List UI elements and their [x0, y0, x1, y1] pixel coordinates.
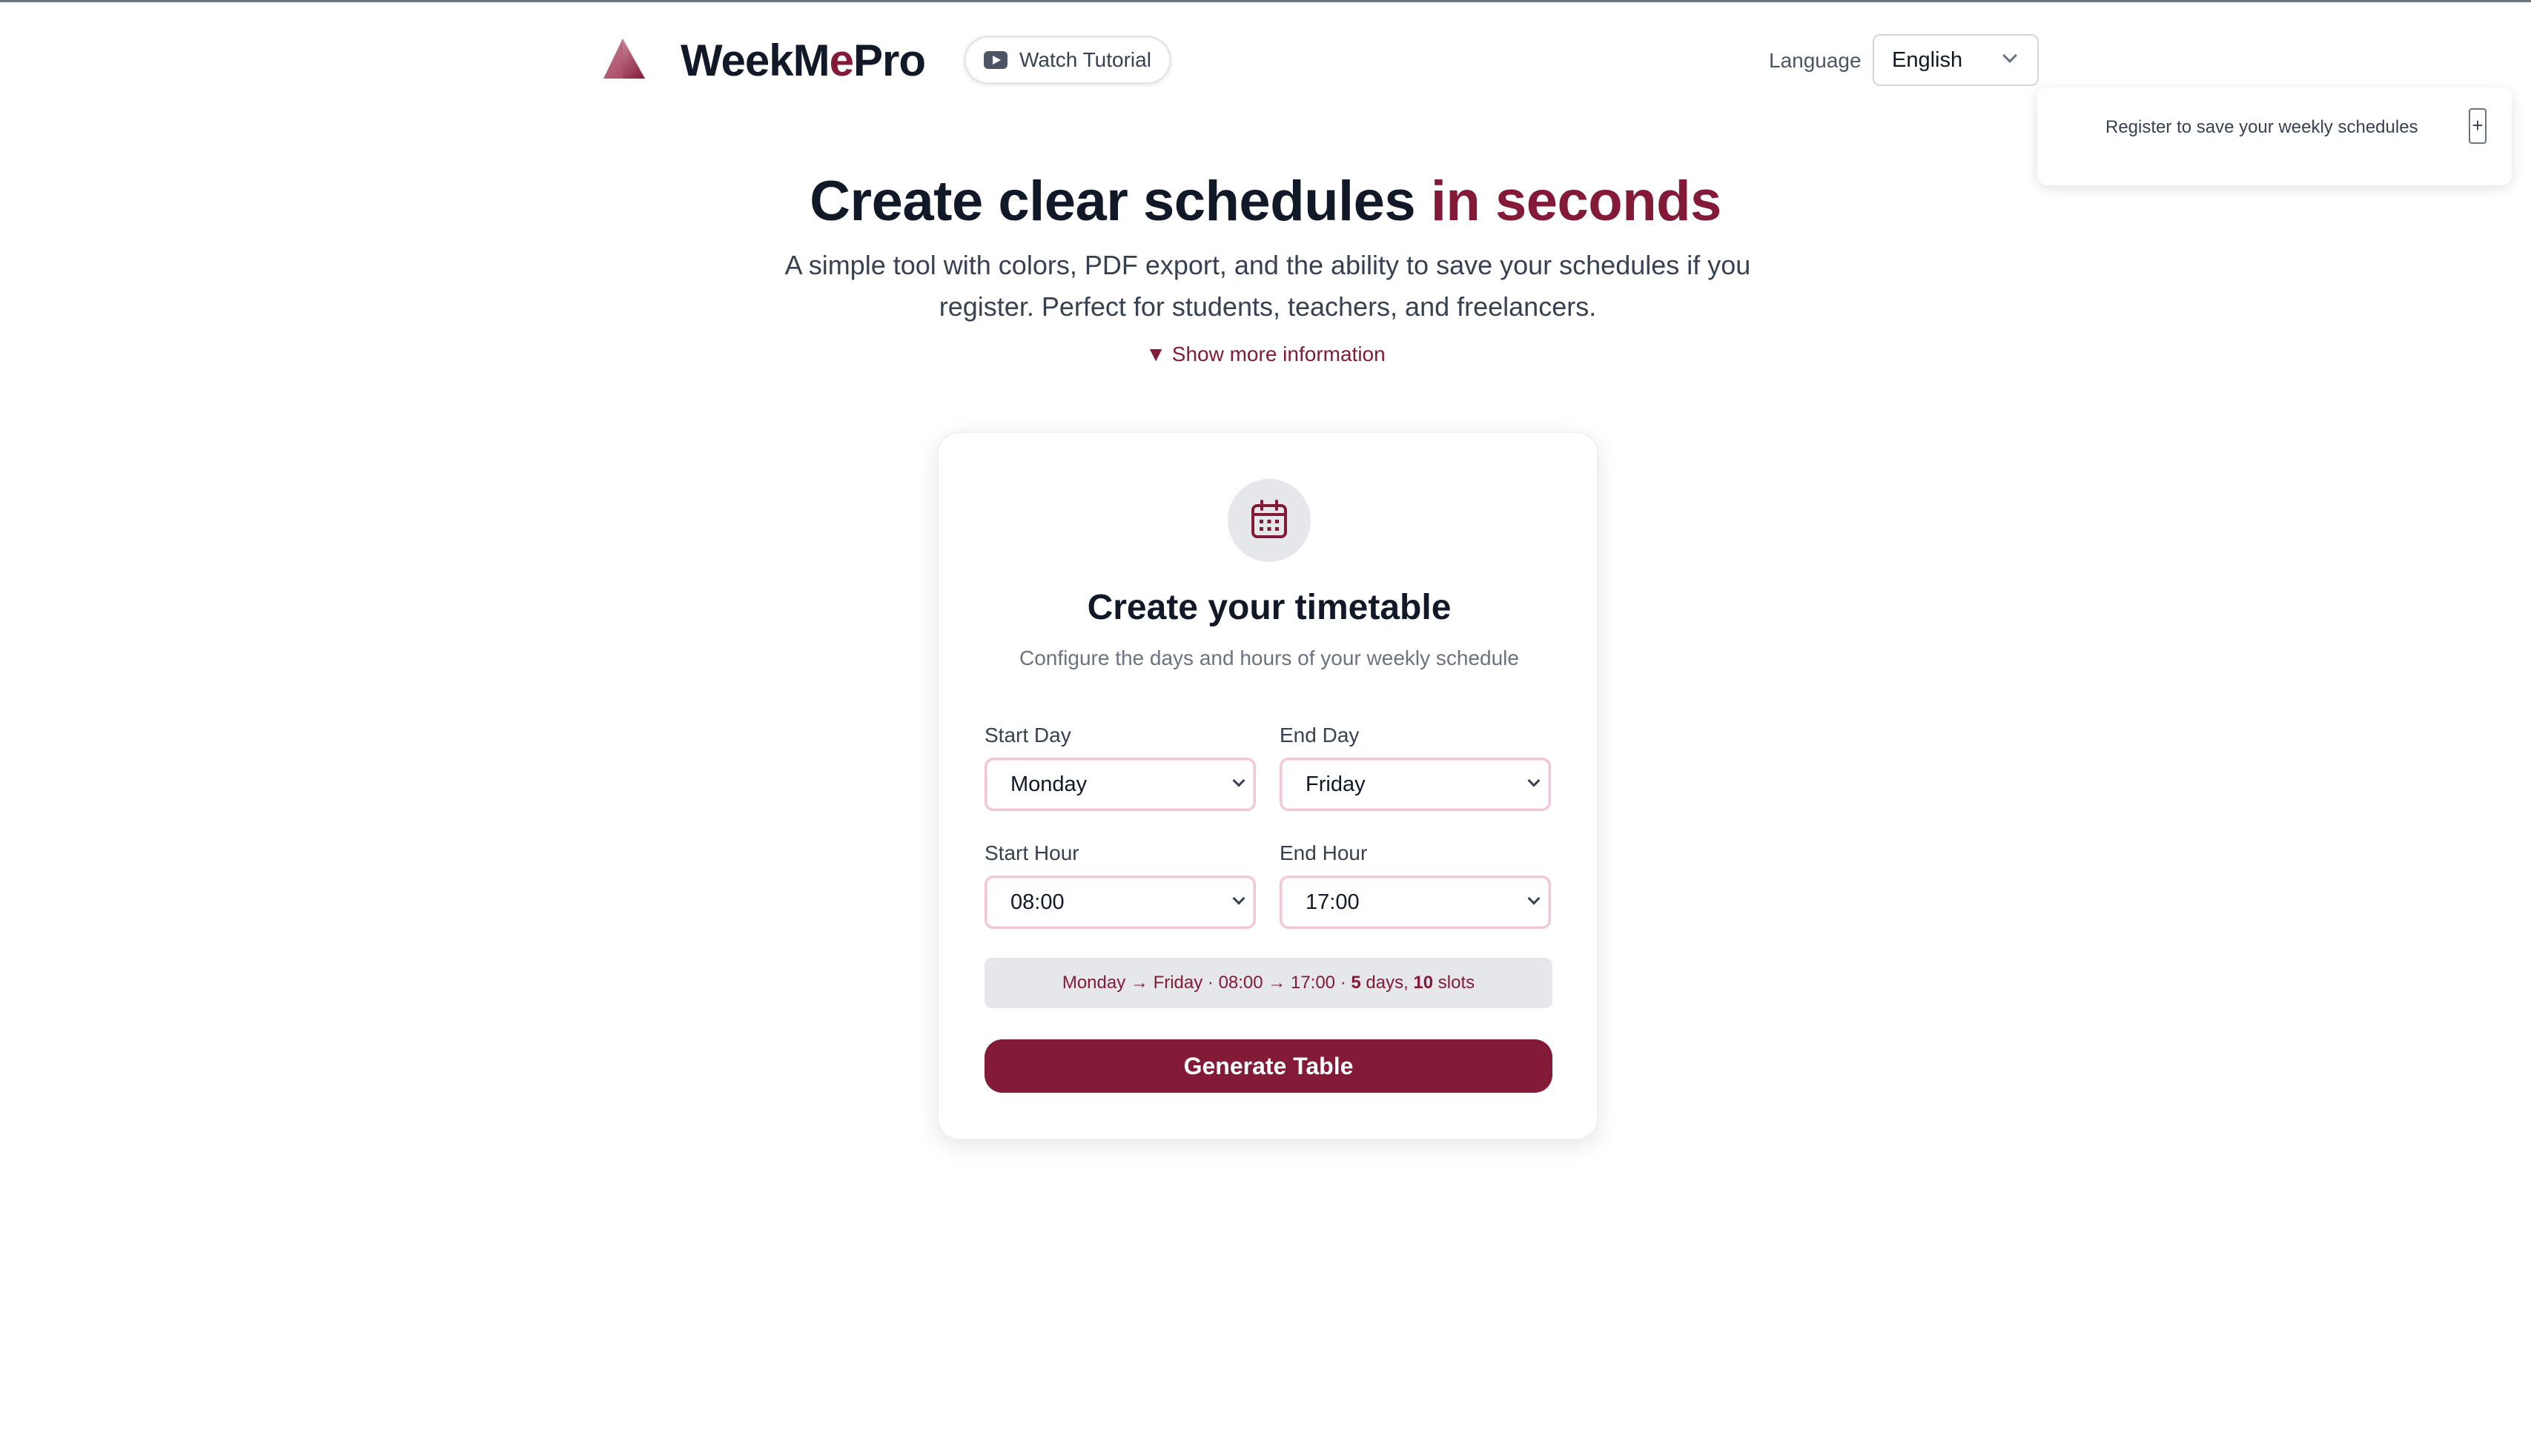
hero-title: Create clear schedules in seconds — [810, 170, 1721, 233]
end-day-select[interactable]: Friday — [1280, 758, 1551, 811]
start-day-select[interactable]: Monday — [985, 758, 1256, 811]
start-day-value: Monday — [1010, 772, 1088, 796]
chevron-down-icon — [2002, 48, 2017, 63]
end-day-label: End Day — [1280, 724, 1360, 747]
triangle-logo-icon[interactable] — [601, 36, 648, 83]
calendar-icon — [1251, 500, 1287, 538]
youtube-play-icon — [984, 51, 1008, 69]
chevron-down-icon — [1527, 892, 1541, 905]
watch-tutorial-label: Watch Tutorial — [1019, 48, 1151, 71]
start-day-label: Start Day — [985, 724, 1071, 747]
end-hour-value: 17:00 — [1306, 890, 1360, 914]
chevron-down-icon — [1232, 774, 1245, 787]
card-subtitle: Configure the days and hours of your wee… — [1019, 646, 1519, 669]
start-hour-label: Start Hour — [985, 841, 1079, 864]
schedule-summary: Monday → Friday · 08:00 → 17:00 · 5 days… — [985, 958, 1552, 1008]
watch-tutorial-button[interactable]: Watch Tutorial — [964, 36, 1171, 85]
language-select[interactable]: English — [1873, 34, 2039, 86]
register-toast-message: Register to save your weekly schedules — [2105, 117, 2418, 137]
timetable-card: Create your timetable Configure the days… — [937, 431, 1598, 1140]
show-more-link[interactable]: ▼ Show more information — [0, 340, 2531, 369]
register-toast-plus-button[interactable]: + — [2469, 108, 2487, 144]
top-border — [0, 0, 2531, 2]
chevron-down-icon — [1527, 774, 1541, 787]
start-hour-value: 08:00 — [1010, 890, 1065, 914]
calendar-badge — [1228, 479, 1311, 562]
language-value: English — [1892, 48, 1963, 72]
start-hour-select[interactable]: 08:00 — [985, 876, 1256, 929]
generate-table-button[interactable]: Generate Table — [985, 1039, 1552, 1093]
end-hour-label: End Hour — [1280, 841, 1368, 864]
chevron-down-icon — [1232, 892, 1245, 905]
hero-subtitle: A simple tool with colors, PDF export, a… — [784, 250, 1751, 322]
card-title: Create your timetable — [1087, 588, 1452, 627]
end-hour-select[interactable]: 17:00 — [1280, 876, 1551, 929]
language-label: Language — [1769, 49, 1862, 72]
end-day-value: Friday — [1306, 772, 1366, 796]
brand-name[interactable]: WeekMePro — [681, 34, 926, 87]
